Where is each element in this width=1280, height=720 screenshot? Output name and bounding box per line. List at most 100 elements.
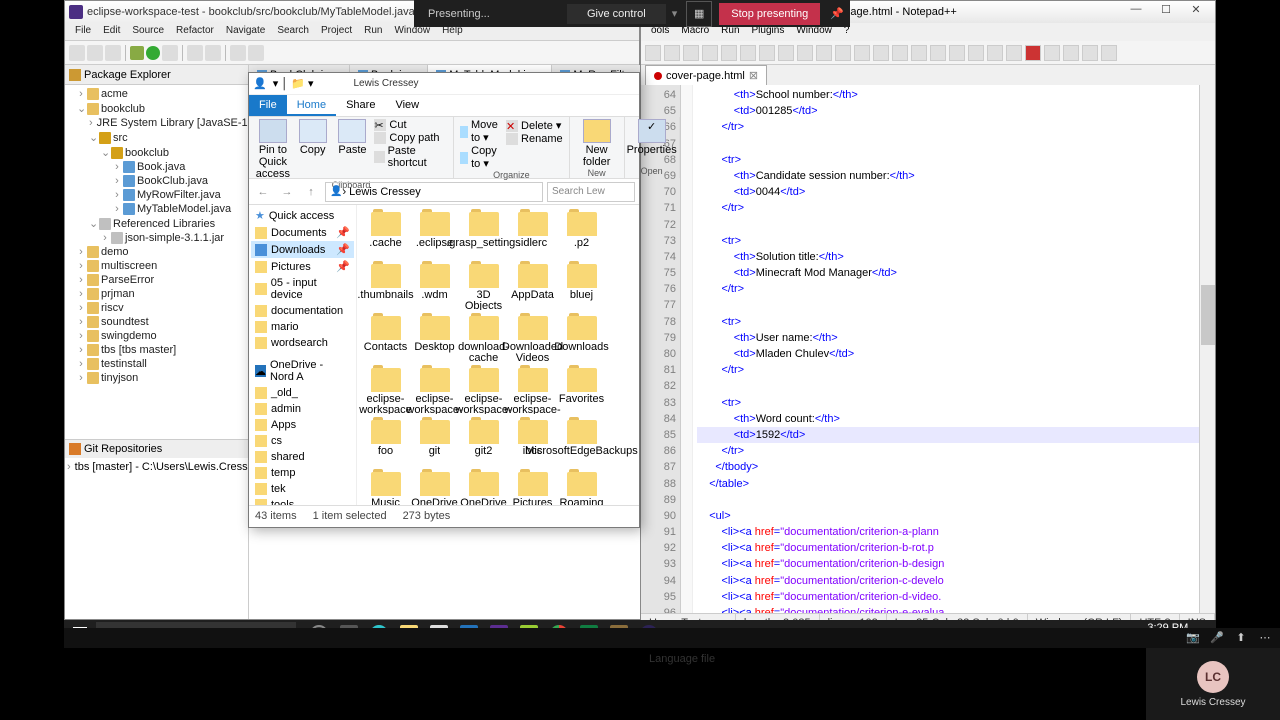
copy-path-button[interactable]: Copy path bbox=[374, 132, 447, 144]
file-item[interactable]: Downloads bbox=[558, 314, 605, 364]
run-icon[interactable] bbox=[146, 46, 160, 60]
saveall-icon[interactable] bbox=[105, 45, 121, 61]
file-item[interactable]: .grasp_settings bbox=[460, 210, 507, 260]
new-icon[interactable] bbox=[69, 45, 85, 61]
file-item[interactable]: Downloaded Videos bbox=[509, 314, 556, 364]
scrollbar[interactable] bbox=[1199, 85, 1215, 613]
menu-source[interactable]: Source bbox=[126, 23, 170, 40]
file-item[interactable]: eclipse-workspace bbox=[362, 366, 409, 416]
menu-project[interactable]: Project bbox=[315, 23, 358, 40]
npp-editor[interactable]: 6465666768697071727374757677787980818283… bbox=[641, 85, 1215, 613]
give-control-button[interactable]: Give control bbox=[567, 4, 666, 24]
toggle-icon[interactable] bbox=[248, 45, 264, 61]
paste-shortcut-button[interactable]: Paste shortcut bbox=[374, 145, 447, 169]
copy-button[interactable]: Copy bbox=[295, 119, 331, 156]
open-icon[interactable] bbox=[664, 45, 680, 61]
include-sound-icon[interactable]: ▦ bbox=[686, 1, 712, 27]
file-item[interactable]: git bbox=[411, 418, 458, 468]
ribbon-tab-share[interactable]: Share bbox=[336, 95, 385, 116]
rename-button[interactable]: Rename bbox=[506, 133, 563, 145]
scroll-thumb[interactable] bbox=[1201, 285, 1215, 345]
new-folder-button[interactable]: New folder bbox=[576, 119, 618, 168]
ribbon-tab-view[interactable]: View bbox=[385, 95, 429, 116]
properties-button[interactable]: ✓Properties bbox=[631, 119, 673, 156]
save-icon[interactable] bbox=[87, 45, 103, 61]
stop-presenting-button[interactable]: Stop presenting bbox=[719, 3, 820, 25]
paste-button[interactable]: Paste bbox=[335, 119, 371, 156]
menu-refactor[interactable]: Refactor bbox=[170, 23, 220, 40]
nav-downloads[interactable]: Downloads📌 bbox=[251, 241, 354, 258]
file-item[interactable]: OneDrive - Nord Anglia Education bbox=[460, 470, 507, 505]
maximize-button[interactable]: ☐ bbox=[1151, 3, 1181, 21]
file-item[interactable]: eclipse-workspace-test bbox=[509, 366, 556, 416]
search-input[interactable]: Search Lew bbox=[547, 182, 635, 202]
copy-to-button[interactable]: Copy to ▾ bbox=[460, 145, 502, 170]
file-item[interactable]: ibcs bbox=[509, 418, 556, 468]
file-item[interactable]: .cache bbox=[362, 210, 409, 260]
menu-run[interactable]: Run bbox=[358, 23, 388, 40]
tab-cover-page[interactable]: cover-page.html⊠ bbox=[645, 65, 767, 85]
saveall-icon[interactable] bbox=[702, 45, 718, 61]
teams-share-icon[interactable]: ⬆ bbox=[1234, 631, 1248, 645]
pin-button[interactable]: Pin to Quick access bbox=[255, 119, 291, 180]
file-item[interactable]: AppData bbox=[509, 262, 556, 312]
file-item[interactable]: Pictures bbox=[509, 470, 556, 505]
ribbon-tab-home[interactable]: Home bbox=[287, 95, 336, 116]
package-tree[interactable]: ›acme ⌄bookclub ›JRE System Library [Jav… bbox=[65, 85, 248, 439]
coverage-icon[interactable] bbox=[162, 45, 178, 61]
file-item[interactable]: git2 bbox=[460, 418, 507, 468]
nav-pane[interactable]: ★Quick access Documents📌 Downloads📌 Pict… bbox=[249, 205, 357, 505]
file-item[interactable]: Music bbox=[362, 470, 409, 505]
ribbon-tab-file[interactable]: File bbox=[249, 95, 287, 116]
search-icon[interactable] bbox=[230, 45, 246, 61]
up-button[interactable]: ↑ bbox=[301, 182, 321, 202]
file-item[interactable]: .idlerc bbox=[509, 210, 556, 260]
teams-more-icon[interactable]: ⋯ bbox=[1258, 631, 1272, 645]
chevron-down-icon[interactable]: ▾ bbox=[666, 7, 684, 20]
minimize-button[interactable]: — bbox=[1121, 3, 1151, 21]
menu-navigate[interactable]: Navigate bbox=[220, 23, 271, 40]
new-package-icon[interactable] bbox=[187, 45, 203, 61]
cut-button[interactable]: ✂Cut bbox=[374, 119, 447, 131]
close-tab-icon[interactable]: ⊠ bbox=[749, 69, 758, 82]
fold-margin[interactable] bbox=[681, 85, 693, 613]
teams-mic-icon[interactable]: 🎤 bbox=[1210, 631, 1224, 645]
file-item[interactable]: .wdm bbox=[411, 262, 458, 312]
teams-cam-icon[interactable]: 📷 bbox=[1186, 631, 1200, 645]
code-area[interactable]: <th>School number:</th> <td>001285</td> … bbox=[693, 85, 1215, 613]
file-item[interactable]: eclipse-workspace-demo bbox=[411, 366, 458, 416]
new-icon[interactable] bbox=[645, 45, 661, 61]
file-item[interactable]: Desktop bbox=[411, 314, 458, 364]
git-icon bbox=[69, 443, 81, 455]
file-item[interactable]: bluej bbox=[558, 262, 605, 312]
forward-button[interactable]: → bbox=[277, 182, 297, 202]
move-to-button[interactable]: Move to ▾ bbox=[460, 119, 502, 144]
teams-user-tile[interactable]: LC Lewis Cressey bbox=[1146, 648, 1280, 720]
new-class-icon[interactable] bbox=[205, 45, 221, 61]
file-item[interactable]: .thumbnails bbox=[362, 262, 409, 312]
file-item[interactable]: Contacts bbox=[362, 314, 409, 364]
pin-icon[interactable]: 📌 bbox=[824, 7, 850, 20]
breadcrumb[interactable]: 👤 › Lewis Cressey bbox=[325, 182, 543, 202]
record-icon[interactable] bbox=[1025, 45, 1041, 61]
menu-edit[interactable]: Edit bbox=[97, 23, 126, 40]
file-item[interactable]: MicrosoftEdgeBackups bbox=[558, 418, 605, 468]
file-item[interactable]: .eclipse bbox=[411, 210, 458, 260]
save-icon[interactable] bbox=[683, 45, 699, 61]
file-item[interactable]: Favorites bbox=[558, 366, 605, 416]
file-grid[interactable]: .cache.eclipse.grasp_settings.idlerc.p2.… bbox=[357, 205, 639, 505]
debug-icon[interactable] bbox=[130, 46, 144, 60]
file-item[interactable]: .p2 bbox=[558, 210, 605, 260]
file-item[interactable]: OneDrive bbox=[411, 470, 458, 505]
explorer-titlebar[interactable]: 👤 ▾ │ 📁 ▾ Lewis Cressey bbox=[249, 73, 639, 95]
back-button[interactable]: ← bbox=[253, 182, 273, 202]
menu-search[interactable]: Search bbox=[271, 23, 315, 40]
menu-file[interactable]: File bbox=[69, 23, 97, 40]
file-item[interactable]: foo bbox=[362, 418, 409, 468]
file-item[interactable]: eclipse-workspace-fix bbox=[460, 366, 507, 416]
file-item[interactable]: Roaming bbox=[558, 470, 605, 505]
file-item[interactable]: download-cache bbox=[460, 314, 507, 364]
close-button[interactable]: ✕ bbox=[1181, 3, 1211, 21]
delete-button[interactable]: ✕Delete ▾ bbox=[506, 119, 563, 132]
file-item[interactable]: 3D Objects bbox=[460, 262, 507, 312]
